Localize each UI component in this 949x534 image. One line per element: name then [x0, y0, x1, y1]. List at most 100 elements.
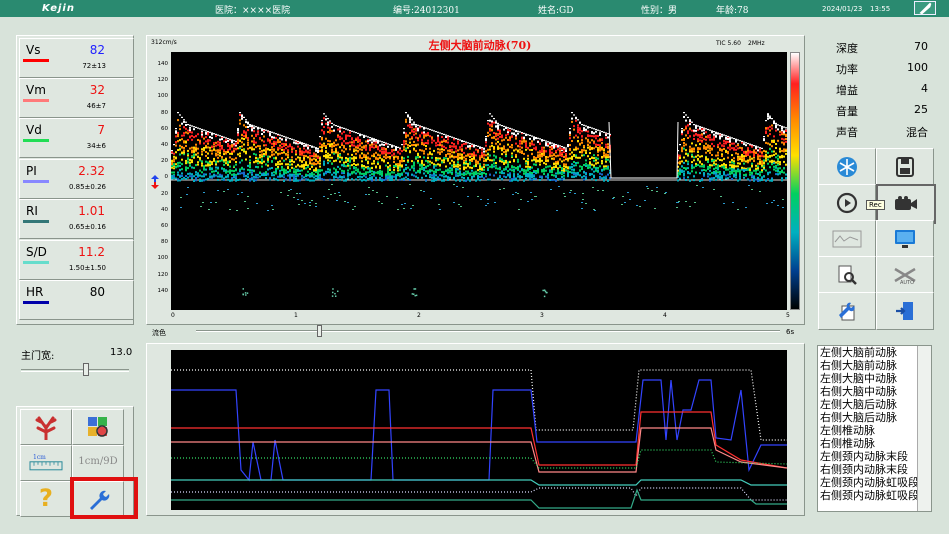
- spectrum-pixel: [477, 149, 479, 152]
- spectrum-pixel: [565, 149, 567, 152]
- spectrum-pixel: [781, 149, 783, 152]
- spectrum-pixel: [191, 173, 193, 176]
- spectrum-pixel: [713, 167, 715, 170]
- spectrum-pixel: [595, 167, 597, 170]
- spectrum-envelope: [501, 125, 503, 127]
- speed-slider-thumb[interactable]: [317, 325, 322, 337]
- spectrum-pixel: [305, 149, 307, 152]
- spectrum-pixel: [715, 175, 717, 178]
- settings-button[interactable]: [914, 1, 936, 15]
- vessel-list[interactable]: 左侧大脑前动脉 右侧大脑前动脉 左侧大脑中动脉 右侧大脑中动脉 左侧大脑后动脉 右侧大脑后…: [817, 345, 932, 512]
- spectrum-pixel: [259, 137, 261, 140]
- spectrum-pixel: [601, 160, 603, 162]
- vessel-list-item[interactable]: 左侧椎动脉: [818, 424, 931, 437]
- vessel-list-item[interactable]: 右侧椎动脉: [818, 437, 931, 450]
- spectrum-pixel: [713, 159, 715, 162]
- spectrum-pixel: [301, 177, 303, 180]
- report-button[interactable]: [72, 409, 124, 445]
- vessel-list-item[interactable]: 左侧颈内动脉末段: [818, 450, 931, 463]
- spectrum-pixel: [429, 170, 431, 173]
- spectrum-noise: [368, 194, 370, 195]
- auto-button[interactable]: AUTO: [876, 256, 934, 294]
- spectrum-pixel: [739, 175, 741, 178]
- spectrum-pixel: [541, 175, 543, 178]
- vessel-list-item[interactable]: 右侧大脑后动脉: [818, 411, 931, 424]
- display-button[interactable]: [876, 220, 934, 258]
- spectrum-envelope: [261, 128, 263, 130]
- spectrum-pixel: [605, 156, 607, 159]
- spectrum-pixel: [439, 163, 441, 166]
- spectrum-pixel: [783, 150, 785, 153]
- spectrum-pixel: [453, 155, 455, 158]
- spectrum-pixel: [521, 146, 523, 149]
- spectrum-pixel: [469, 153, 471, 155]
- vessel-list-item[interactable]: 右侧颈内动脉末段: [818, 463, 931, 476]
- waveform-button[interactable]: [818, 220, 876, 258]
- spectrum-pixel: [365, 154, 367, 157]
- param-value: 70: [914, 40, 928, 53]
- settings-tool-button[interactable]: [818, 292, 876, 330]
- vessel-map-button[interactable]: [20, 409, 72, 445]
- spectrum-pixel: [331, 125, 333, 128]
- help-button[interactable]: ?: [20, 481, 72, 517]
- gate-width-slider[interactable]: [83, 363, 89, 376]
- record-button[interactable]: [876, 184, 936, 224]
- scale-button[interactable]: 1cm: [20, 445, 72, 481]
- vessel-list-item[interactable]: 左侧颈内动脉虹吸段: [818, 476, 931, 489]
- vessel-list-scrollbar[interactable]: [917, 346, 931, 511]
- spectrum-pixel: [347, 163, 349, 166]
- spectrum-pixel: [443, 159, 445, 162]
- spectrum-pixel: [429, 173, 431, 176]
- spectrum-pixel: [599, 149, 601, 152]
- spectrum-pixel: [225, 162, 227, 165]
- spectrum-pixel: [187, 154, 189, 157]
- spectrum-pixel: [461, 176, 463, 179]
- spectrum-noise: [582, 199, 584, 200]
- gate-width-track[interactable]: [21, 369, 129, 372]
- vessel-list-item[interactable]: 右侧大脑前动脉: [818, 359, 931, 372]
- trend-display[interactable]: [171, 350, 788, 510]
- spectrum-pixel: [387, 172, 389, 175]
- spectrum-pixel: [595, 162, 597, 165]
- spectrum-pixel: [423, 163, 425, 166]
- spectrum-pixel: [211, 133, 213, 136]
- spectrum-noise: [685, 201, 687, 202]
- spectrum-pixel: [315, 153, 317, 156]
- vessel-list-item[interactable]: 右侧大脑中动脉: [818, 385, 931, 398]
- document-search-icon: [838, 265, 857, 285]
- spectrum-pixel: [681, 138, 683, 141]
- ratio-button[interactable]: 1cm/9D: [72, 445, 124, 481]
- speed-slider-track[interactable]: [196, 330, 780, 332]
- vessel-list-item[interactable]: 左侧大脑中动脉: [818, 372, 931, 385]
- spectrum-pixel: [509, 136, 511, 139]
- save-button[interactable]: [876, 148, 934, 186]
- spectrum-pixel: [231, 152, 233, 155]
- vessel-list-item[interactable]: 左侧大脑后动脉: [818, 398, 931, 411]
- spectrum-pixel: [777, 128, 779, 131]
- spectrum-pixel: [323, 144, 325, 147]
- pen-icon: [919, 2, 932, 14]
- spectrum-envelope: [191, 125, 193, 127]
- spectrum-pixel: [387, 177, 389, 179]
- spectrum-envelope: [739, 140, 741, 142]
- param-label: 功率: [836, 63, 858, 76]
- vessel-list-item[interactable]: 右侧颈内动脉虹吸段: [818, 489, 931, 502]
- spectrum-pixel: [729, 140, 731, 143]
- spectrum-envelope: [729, 136, 731, 138]
- spectrum-pixel: [327, 162, 329, 165]
- spectrum-pixel: [323, 163, 325, 166]
- vessel-list-item[interactable]: 左侧大脑前动脉: [818, 346, 931, 359]
- spectrum-display[interactable]: [171, 52, 787, 310]
- spectrum-noise: [647, 188, 649, 189]
- spectrum-pixel: [547, 159, 549, 162]
- spectrum-pixel: [607, 167, 609, 170]
- measurement-color-bar: [23, 220, 49, 223]
- spectrum-noise: [415, 294, 418, 297]
- spectrum-pixel: [329, 140, 331, 143]
- spectrum-pixel: [521, 142, 523, 145]
- exit-button[interactable]: [876, 292, 934, 330]
- search-button[interactable]: [818, 256, 876, 294]
- freeze-button[interactable]: [818, 148, 876, 186]
- spectrum-pixel: [357, 176, 359, 179]
- spectrum-pixel: [245, 152, 247, 155]
